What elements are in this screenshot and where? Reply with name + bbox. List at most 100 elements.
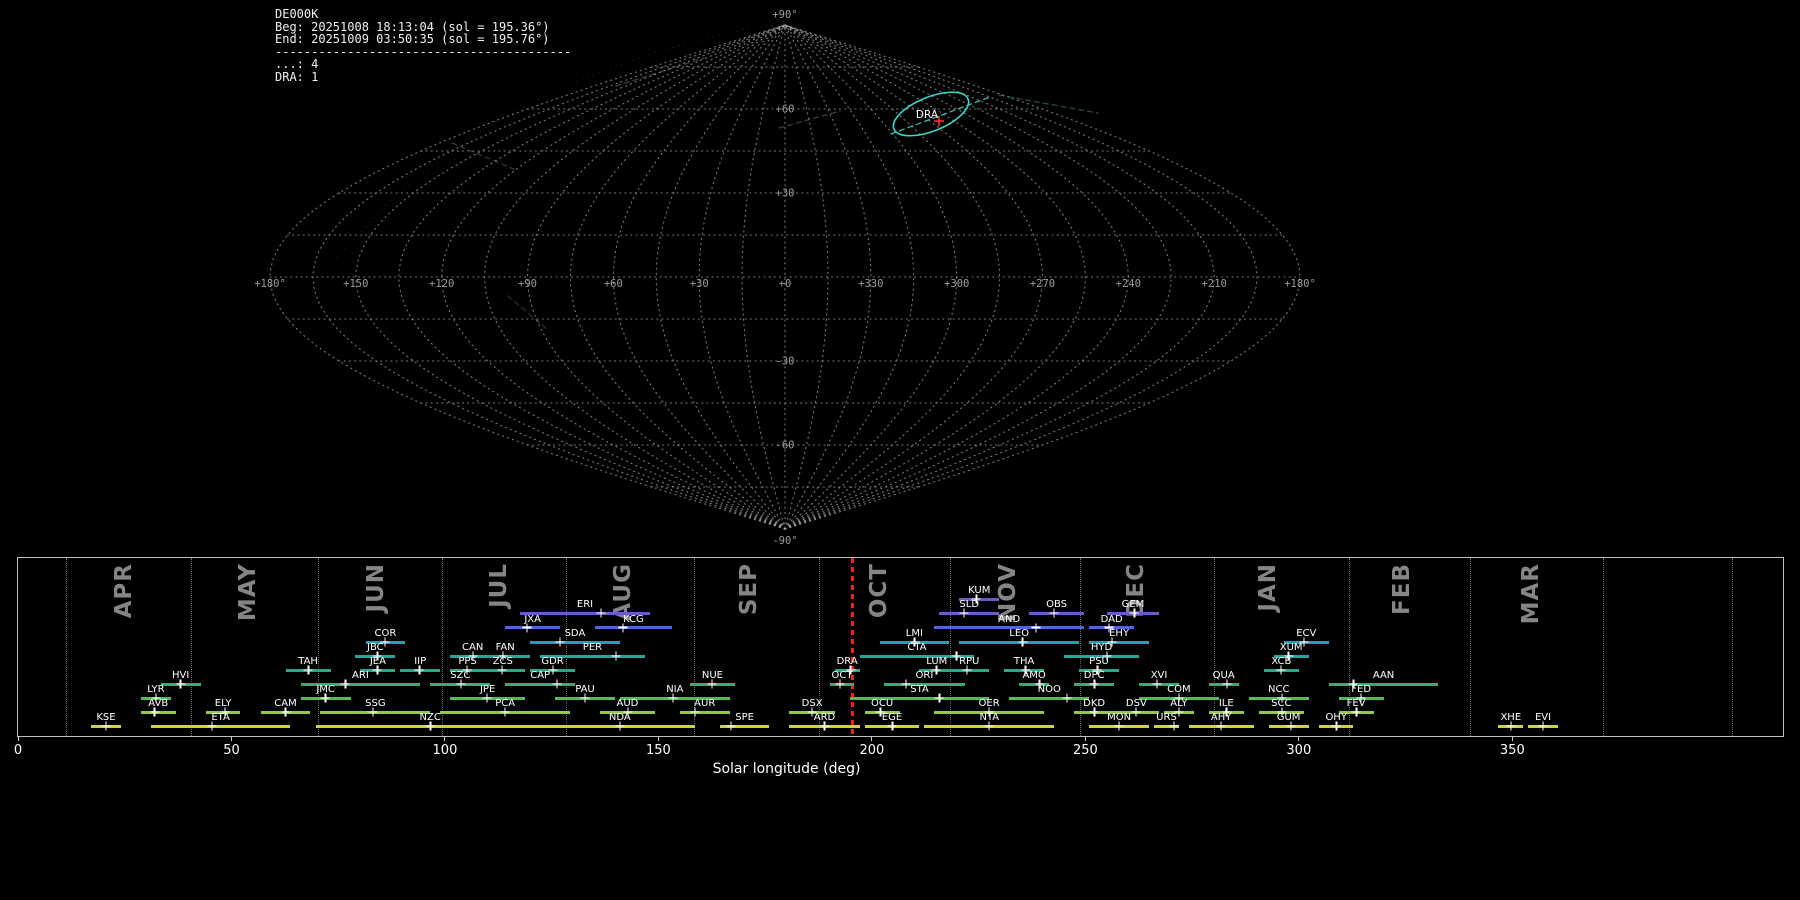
shower-peak-marker <box>425 721 435 731</box>
shower-peak-marker <box>281 707 291 717</box>
shower-peak-marker <box>1129 608 1139 618</box>
shower-code-label: ARI <box>352 670 369 681</box>
map-meridian <box>698 24 786 530</box>
map-meridian <box>612 24 786 530</box>
map-meridian <box>398 24 786 530</box>
shower-peak-marker <box>1169 721 1179 731</box>
month-gridline <box>318 558 320 736</box>
month-gridline <box>66 558 68 736</box>
longitude-label: +90 <box>518 278 537 290</box>
map-meridian <box>441 24 786 530</box>
meteor-track <box>778 110 841 129</box>
shower-peak-marker <box>1538 721 1548 731</box>
shower-code-label: SPE <box>735 712 755 723</box>
map-meridian <box>784 24 1172 530</box>
month-label: MAR <box>1517 563 1544 625</box>
map-meridian <box>484 24 786 530</box>
latitude-label: -60 <box>776 440 795 452</box>
shower-peak-marker <box>414 665 424 675</box>
map-grid <box>269 24 1301 530</box>
longitude-label: +240 <box>1116 278 1141 290</box>
shower-peak-marker <box>615 721 625 731</box>
shower-bar <box>529 640 620 644</box>
shower-peak-marker <box>1351 707 1361 717</box>
shower-code-label: PER <box>582 642 603 653</box>
radiant-ellipse <box>892 91 970 137</box>
shower-code-label: CTA <box>907 642 927 653</box>
map-meridian <box>784 24 1001 530</box>
longitude-label: +150 <box>343 278 368 290</box>
shower-bar <box>594 626 673 629</box>
latitude-label: +30 <box>776 188 795 200</box>
shower-peak-marker <box>934 693 944 703</box>
axis-tick <box>17 736 19 741</box>
longitude-label: +60 <box>604 278 623 290</box>
axis-tick-label: 350 <box>1499 743 1525 758</box>
month-label: JAN <box>1254 563 1281 612</box>
longitude-label: +330 <box>858 278 883 290</box>
map-meridian <box>784 24 1301 530</box>
shower-code-label: SDA <box>564 628 586 639</box>
activity-timeline: APR MAY JUN JUL AUG SEP OCT NOV DEC JAN FEB MAR KUM E… <box>14 557 1784 777</box>
shower-bar <box>1328 682 1439 686</box>
shower-peak-marker <box>580 693 590 703</box>
shower-peak-marker <box>611 651 621 661</box>
shower-peak-marker <box>835 679 845 689</box>
shower-peak-marker <box>726 721 736 731</box>
latitude-label: -30 <box>776 356 795 368</box>
shower-peak-marker <box>1131 707 1141 717</box>
map-meridian <box>741 24 786 530</box>
x-axis-title: Solar longitude (deg) <box>712 761 861 777</box>
shower-peak-marker <box>1114 721 1124 731</box>
longitude-label: +0 <box>779 278 792 290</box>
activity-timeline-plot-area: APR MAY JUN JUL AUG SEP OCT NOV DEC JAN FEB MAR KUM E… <box>14 558 1783 777</box>
axis-tick-label: 150 <box>645 743 671 758</box>
shower-peak-marker <box>1031 623 1041 632</box>
shower-code-label: ORI <box>915 670 934 681</box>
shower-peak-marker <box>500 707 510 717</box>
month-gridline <box>1732 558 1734 736</box>
dra-count: DRA: 1 <box>275 69 319 84</box>
map-meridian <box>784 24 829 530</box>
axis-tick-label: 50 <box>223 743 240 758</box>
map-meridian <box>355 24 786 530</box>
longitude-label: +210 <box>1202 278 1227 290</box>
month-gridline <box>1213 558 1215 736</box>
shower-peak-marker <box>1506 721 1516 731</box>
shower-peak-marker <box>1222 679 1232 689</box>
shower-peak-marker <box>887 721 897 731</box>
shower-code-label: NOO <box>1037 684 1061 695</box>
shower-peak-marker <box>368 707 378 717</box>
map-meridian <box>784 24 1215 530</box>
meteor-tracks <box>451 57 1099 331</box>
shower-code-label: AND <box>998 613 1021 625</box>
map-meridian <box>784 24 958 530</box>
shower-peak-marker <box>522 623 532 632</box>
shower-peak-marker <box>303 665 313 675</box>
shower-peak-marker <box>1216 721 1226 731</box>
axis-tick-label: 100 <box>432 743 458 758</box>
shower-peak-marker <box>320 693 330 703</box>
shower-peak-marker <box>340 679 350 689</box>
month-gridline <box>190 558 192 736</box>
shower-peak-marker <box>618 623 628 632</box>
map-meridian <box>784 24 1044 530</box>
longitude-label: +30 <box>690 278 709 290</box>
shower-peak-marker <box>150 707 160 717</box>
axis-tick <box>230 736 232 741</box>
month-gridline <box>950 558 952 736</box>
shower-peak-marker <box>552 679 562 689</box>
shower-bar <box>939 611 1000 615</box>
map-coordinate-labels: +180° +150 +120 +90 +60 +30 +0 +330 +300 +270 +240… <box>254 9 1316 547</box>
map-meridian <box>784 24 1086 530</box>
month-label: MAY <box>234 563 261 622</box>
month-gridline <box>1603 558 1605 736</box>
shower-peak-marker <box>959 608 969 618</box>
shower-peak-marker <box>482 693 492 703</box>
shower-peak-marker <box>497 665 507 675</box>
sky-map: +180° +150 +120 +90 +60 +30 +0 +330 +300 +270 +240… <box>254 9 1316 547</box>
shower-bar <box>505 626 561 629</box>
shower-peak-marker <box>984 721 994 731</box>
shower-peak-marker <box>372 665 382 675</box>
longitude-label: +120 <box>429 278 454 290</box>
